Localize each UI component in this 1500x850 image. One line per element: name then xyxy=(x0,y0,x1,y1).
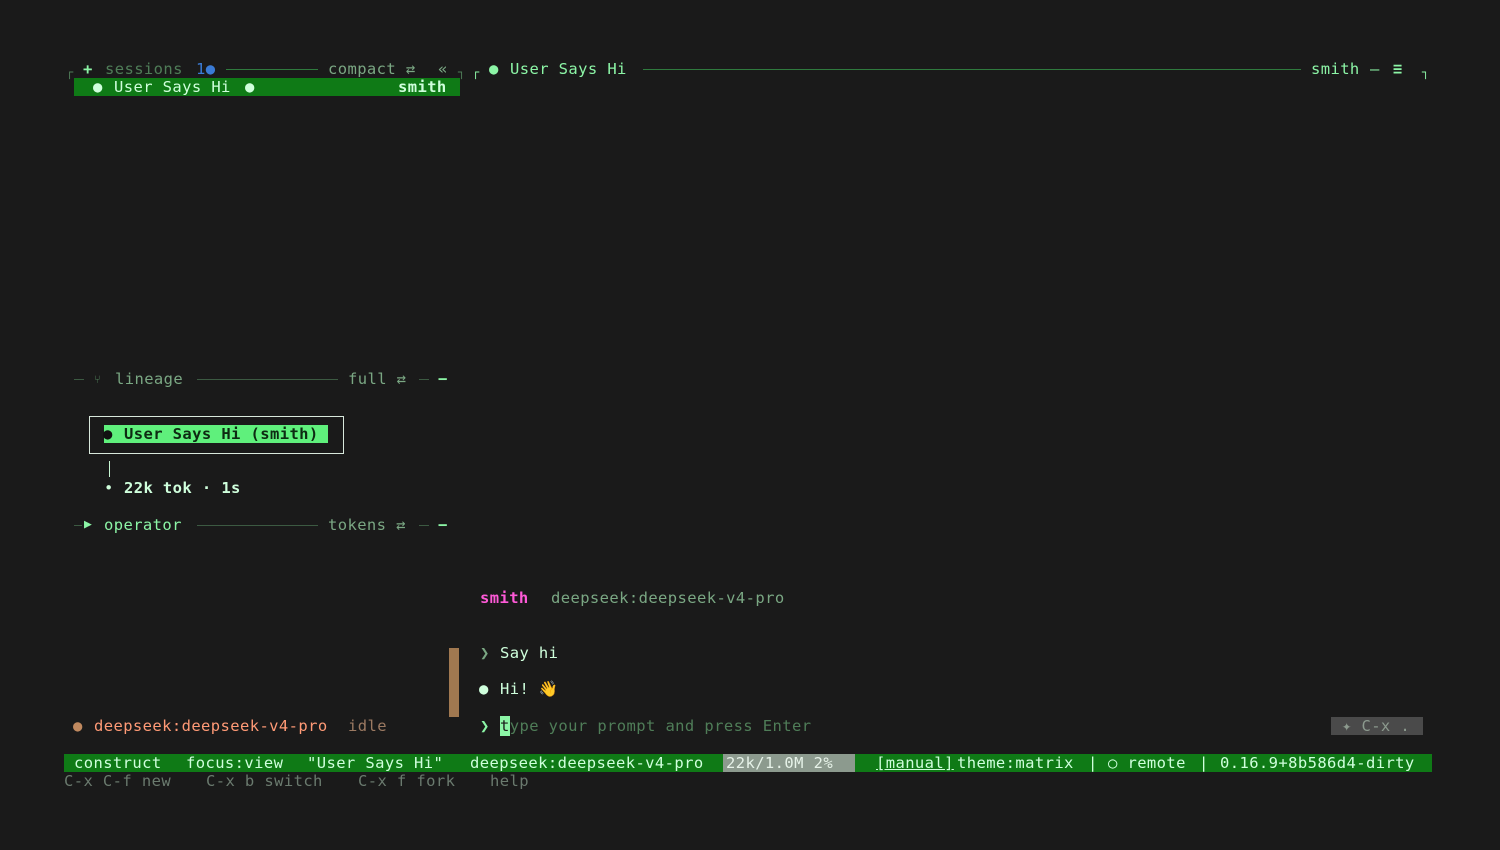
menu-icon[interactable]: ≡ xyxy=(1393,59,1403,79)
model-status-state: idle xyxy=(348,717,387,735)
main-session-title: User Says Hi xyxy=(510,60,627,78)
operator-collapse-button[interactable]: − xyxy=(438,515,448,535)
model-status-name: deepseek:deepseek-v4-pro xyxy=(94,717,328,735)
session-title: User Says Hi xyxy=(114,78,231,96)
lineage-connector xyxy=(109,461,110,477)
header-divider xyxy=(643,69,1301,70)
new-session-button[interactable]: + xyxy=(83,59,93,79)
shortcut-new[interactable]: C-x C-f new xyxy=(64,771,171,791)
status-tokens: 22k/1.0M 2% xyxy=(726,754,834,772)
status-focus: focus:view xyxy=(186,754,284,772)
operator-label: operator xyxy=(104,516,182,534)
header-user: smith xyxy=(1311,60,1360,78)
sessions-dot-icon: ● xyxy=(205,60,216,78)
compact-toggle[interactable]: compact ⇄ xyxy=(328,59,416,79)
header-dash: — xyxy=(1370,60,1380,78)
operator-lead-line xyxy=(74,525,82,526)
session-user: smith xyxy=(398,78,447,96)
operator-tail-line xyxy=(419,525,429,526)
status-separator: | xyxy=(1088,754,1098,772)
lineage-tail-line xyxy=(419,379,429,380)
active-session-dot-icon: ● xyxy=(489,60,499,78)
session-bullet-icon: ● xyxy=(93,78,103,96)
collapse-sidebar-button[interactable]: « xyxy=(438,59,448,79)
lineage-lead-line xyxy=(74,379,84,380)
chat-model: deepseek:deepseek-v4-pro xyxy=(551,589,785,607)
lineage-collapse-button[interactable]: − xyxy=(438,369,448,389)
lineage-node-label: User Says Hi (smith) xyxy=(124,425,319,443)
user-prompt-chevron-icon: ❯ xyxy=(480,644,490,662)
operator-divider xyxy=(197,525,318,526)
main-corner-top-left: ┌ xyxy=(472,65,480,79)
sessions-divider xyxy=(226,69,318,70)
main-corner-top-right: ┐ xyxy=(1422,65,1430,79)
status-version: 0.16.9+8b586d4-dirty xyxy=(1220,754,1415,772)
lineage-node-stats: 22k tok · 1s xyxy=(124,479,241,497)
lineage-divider xyxy=(197,379,338,380)
chat-author: smith xyxy=(480,589,529,607)
operator-mode-toggle[interactable]: tokens ⇄ xyxy=(328,515,406,535)
lineage-label: lineage xyxy=(115,370,184,388)
status-manual[interactable]: [manual] xyxy=(876,753,954,773)
status-remote[interactable]: ○ remote xyxy=(1108,753,1186,773)
shortcut-help[interactable]: help xyxy=(490,771,529,791)
session-active-dot-icon: ● xyxy=(245,78,255,96)
prompt-input[interactable]: type your prompt and press Enter xyxy=(500,716,811,736)
status-model: deepseek:deepseek-v4-pro xyxy=(470,754,704,772)
fork-icon: ⑂ xyxy=(94,373,101,386)
expand-arrow-icon[interactable]: ▶ xyxy=(84,515,92,535)
status-title: "User Says Hi" xyxy=(307,754,444,772)
shortcut-switch[interactable]: C-x b switch xyxy=(206,771,323,791)
lineage-stats-bullet-icon: • xyxy=(104,479,114,497)
lineage-node-dot-icon: ● xyxy=(103,425,113,443)
model-status-dot-icon: ● xyxy=(73,717,83,735)
corner-top-left: ┌ xyxy=(66,65,74,79)
sessions-label: sessions xyxy=(105,60,183,78)
status-theme[interactable]: theme:matrix xyxy=(957,753,1074,773)
status-separator-2: | xyxy=(1199,754,1209,772)
assistant-message: Hi! 👋 xyxy=(500,680,559,698)
shortcut-fork[interactable]: C-x f fork xyxy=(358,771,455,791)
sessions-count: 1● xyxy=(196,60,216,78)
prompt-chevron-icon: ❯ xyxy=(480,717,490,735)
prompt-cursor: t xyxy=(500,716,510,736)
key-hint-label: ✦ C-x . xyxy=(1342,717,1411,735)
chat-scrollbar[interactable] xyxy=(449,648,459,717)
user-message: Say hi xyxy=(500,644,559,662)
lineage-mode-toggle[interactable]: full ⇄ xyxy=(348,369,406,389)
prompt-placeholder: ype your prompt and press Enter xyxy=(509,717,812,735)
status-mode: construct xyxy=(74,754,162,772)
assistant-bullet-icon: ● xyxy=(479,680,489,698)
